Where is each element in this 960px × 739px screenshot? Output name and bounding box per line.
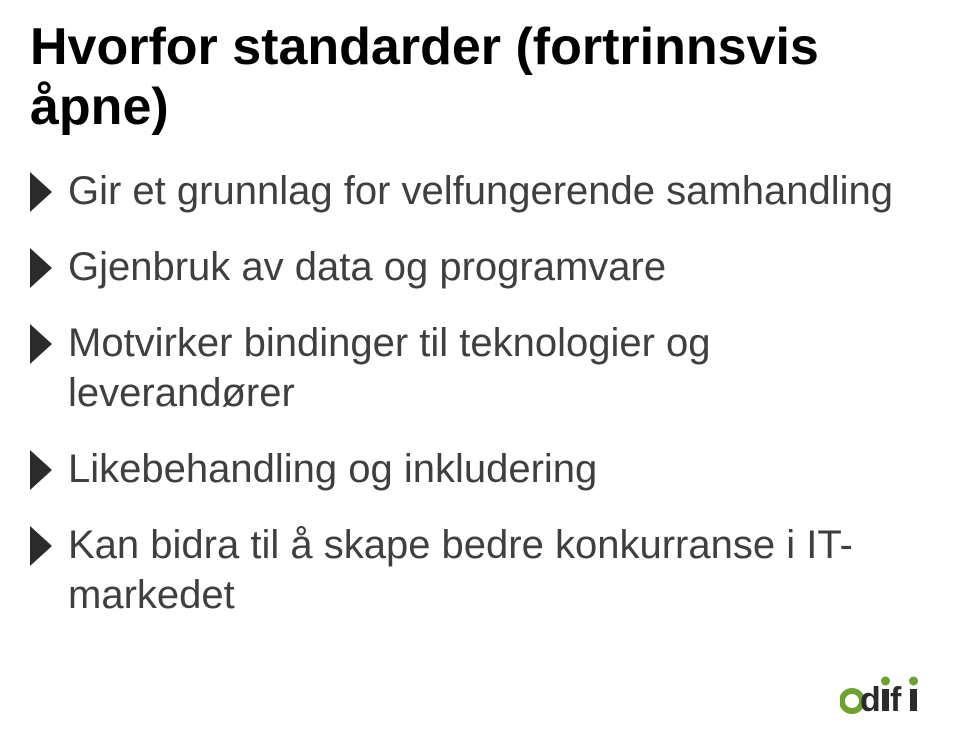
bullet-item: Motvirker bindinger til teknologier og l… [30, 318, 930, 418]
bullet-list: Gir et grunnlag for velfungerende samhan… [30, 166, 930, 646]
bullet-icon [30, 526, 52, 566]
bullet-icon [30, 248, 52, 288]
bullet-text: Gjenbruk av data og programvare [68, 242, 930, 292]
slide: Hvorfor standarder (fortrinnsvis åpne) G… [0, 0, 960, 739]
svg-text:d: d [860, 681, 881, 719]
bullet-text: Kan bidra til å skape bedre konkurranse … [68, 520, 930, 620]
bullet-icon [30, 324, 52, 364]
bullet-item: Likebehandling og inkludering [30, 444, 930, 494]
bullet-text: Gir et grunnlag for velfungerende samhan… [68, 166, 930, 216]
bullet-icon [30, 450, 52, 490]
bullet-item: Gir et grunnlag for velfungerende samhan… [30, 166, 930, 216]
bullet-text: Likebehandling og inkludering [68, 444, 930, 494]
slide-title: Hvorfor standarder (fortrinnsvis åpne) [30, 18, 930, 138]
bullet-item: Kan bidra til å skape bedre konkurranse … [30, 520, 930, 620]
bullet-icon [30, 172, 52, 212]
difi-logo: d f [840, 671, 930, 719]
bullet-item: Gjenbruk av data og programvare [30, 242, 930, 292]
svg-text:f: f [890, 681, 902, 719]
bullet-text: Motvirker bindinger til teknologier og l… [68, 318, 930, 418]
